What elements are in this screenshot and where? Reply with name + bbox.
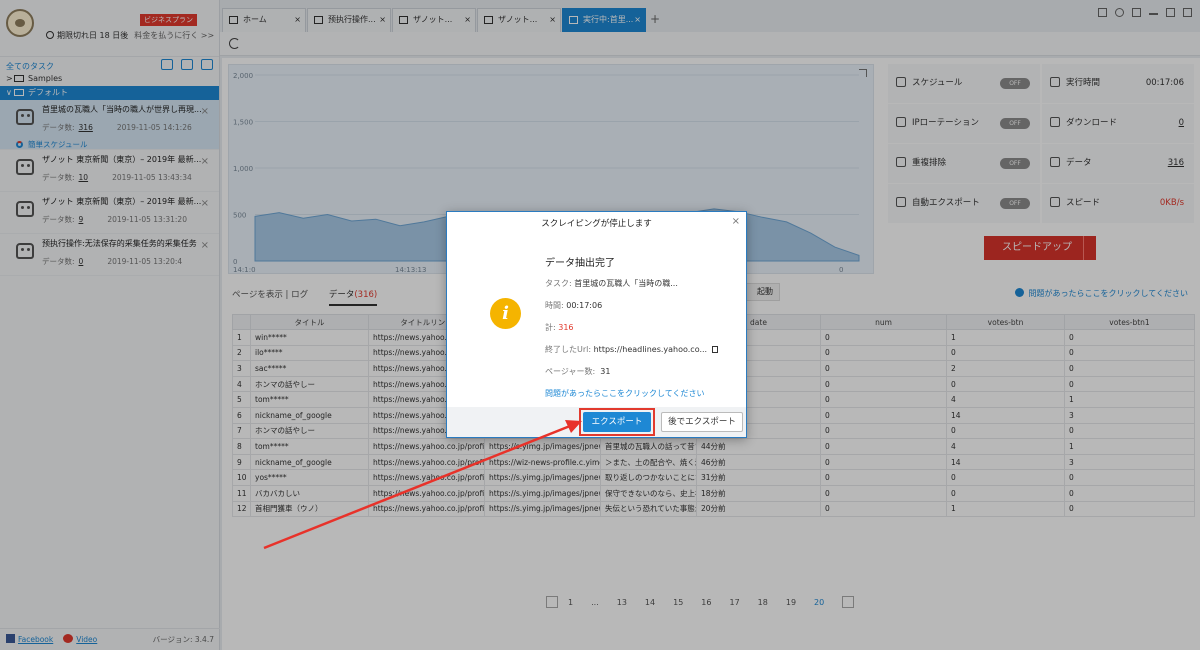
url-value: https://headlines.yahoo.co... (593, 345, 708, 354)
task-value: 首里城の瓦職人「当時の職... (574, 279, 678, 288)
total-label: 計: (545, 323, 556, 332)
time-label: 時間: (545, 301, 564, 310)
pages-label: ページャー数: (545, 367, 596, 376)
dialog-body: データ抽出完了 タスク: 首里城の瓦職人「当時の職... 時間: 00:17:0… (545, 254, 741, 410)
close-icon[interactable]: × (732, 216, 740, 227)
url-label: 終了したUrl: (545, 345, 592, 354)
time-value: 00:17:06 (566, 301, 603, 310)
dialog-footer: エクスポート 後でエクスポート (447, 407, 746, 437)
task-label: タスク: (545, 279, 572, 288)
dialog-title: スクレイピングが停止します (541, 219, 652, 229)
scraping-stopped-dialog: スクレイピングが停止します × i データ抽出完了 タスク: 首里城の瓦職人「当… (446, 211, 747, 438)
copy-icon[interactable] (712, 346, 719, 353)
pages-value: 31 (600, 367, 611, 376)
info-icon: i (490, 298, 521, 329)
dialog-heading: データ抽出完了 (545, 258, 615, 269)
export-later-button[interactable]: 後でエクスポート (661, 412, 743, 432)
total-value: 316 (558, 323, 574, 332)
export-button[interactable]: エクスポート (583, 412, 651, 432)
dialog-help-link[interactable]: 問題があったらここをクリックしてください (545, 389, 705, 398)
